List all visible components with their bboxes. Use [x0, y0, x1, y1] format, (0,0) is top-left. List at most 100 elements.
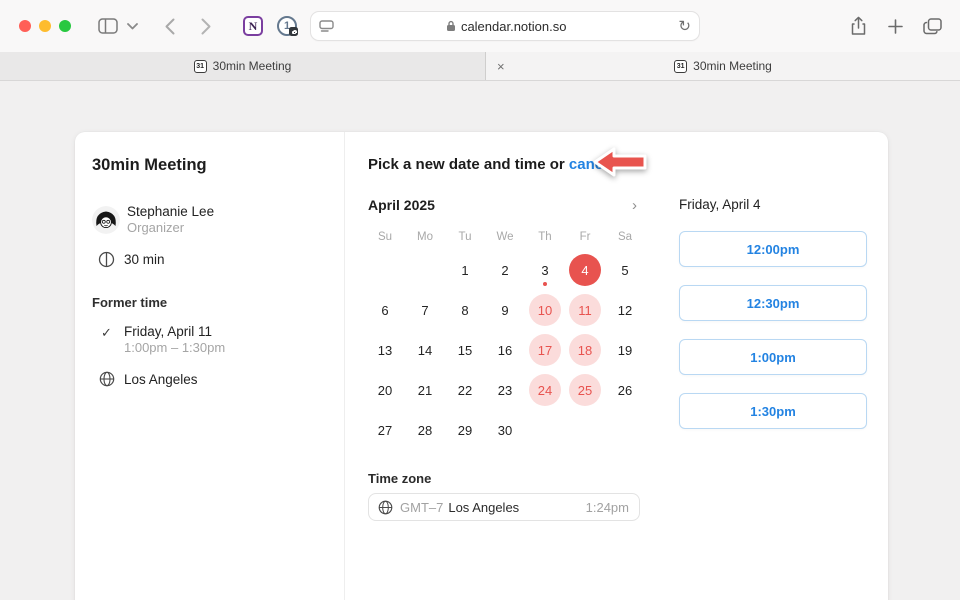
- day-number: 21: [409, 374, 441, 406]
- weekday-label: Th: [525, 226, 565, 248]
- tab-label: 30min Meeting: [693, 59, 772, 73]
- forward-button[interactable]: [194, 0, 218, 52]
- tab-30min-meeting-2[interactable]: × 31 30min Meeting: [486, 52, 960, 80]
- weekday-label: We: [485, 226, 525, 248]
- address-url: calendar.notion.so: [461, 19, 567, 34]
- browser-toolbar: N 1 calendar.notion.so ↻: [0, 0, 960, 52]
- calendar-day-13: 13: [365, 330, 405, 370]
- day-number: 14: [409, 334, 441, 366]
- calendar-day-5: 5: [605, 250, 645, 290]
- day-number: 6: [369, 294, 401, 326]
- calendar-empty-cell: [405, 250, 445, 290]
- location-value: Los Angeles: [124, 372, 198, 387]
- duration-row: 30 min: [92, 251, 330, 268]
- onepassword-extension-button[interactable]: 1: [274, 0, 300, 52]
- event-summary-panel: 30min Meeting Stephanie Lee Organizer: [75, 132, 345, 600]
- refresh-icon[interactable]: ↻: [678, 17, 691, 35]
- former-time-heading: Former time: [92, 295, 330, 310]
- calendar-day-10[interactable]: 10: [525, 290, 565, 330]
- tab-30min-meeting-1[interactable]: 31 30min Meeting: [0, 52, 486, 80]
- new-tab-button[interactable]: [882, 0, 908, 52]
- check-icon: ✓: [92, 323, 121, 341]
- day-number: 7: [409, 294, 441, 326]
- day-number: 9: [489, 294, 521, 326]
- day-number: 4: [569, 254, 601, 286]
- day-number: 19: [609, 334, 641, 366]
- day-number: 1: [449, 254, 481, 286]
- sidebar-toggle-button[interactable]: [95, 0, 121, 52]
- onepassword-extension-icon: 1: [277, 16, 297, 36]
- timezone-city: Los Angeles: [448, 500, 519, 515]
- page-background: 30min Meeting Stephanie Lee Organizer: [0, 81, 960, 599]
- day-number: 12: [609, 294, 641, 326]
- calendar-day-2: 2: [485, 250, 525, 290]
- calendar-favicon-icon: 31: [674, 60, 687, 73]
- calendar-day-23: 23: [485, 370, 525, 410]
- close-window-button[interactable]: [19, 20, 31, 32]
- day-number: 10: [529, 294, 561, 326]
- day-number: 3: [529, 254, 561, 286]
- timezone-section: Time zone GMT–7 Los Angeles 1:24pm: [368, 471, 640, 521]
- pick-header-text: Pick a new date and time or: [368, 156, 565, 173]
- tab-overview-button[interactable]: [918, 0, 946, 52]
- timeslot-button-12:00pm[interactable]: 12:00pm: [679, 231, 867, 267]
- calendar-day-28: 28: [405, 410, 445, 450]
- former-time-range: 1:00pm – 1:30pm: [124, 340, 225, 356]
- day-number: 5: [609, 254, 641, 286]
- weekday-label: Mo: [405, 226, 445, 248]
- month-label: April 2025: [368, 197, 435, 213]
- calendar-day-16: 16: [485, 330, 525, 370]
- day-number: 13: [369, 334, 401, 366]
- address-bar[interactable]: calendar.notion.so ↻: [310, 11, 700, 41]
- day-number: 16: [489, 334, 521, 366]
- calendar-day-14: 14: [405, 330, 445, 370]
- day-number: 30: [489, 414, 521, 446]
- day-number: 23: [489, 374, 521, 406]
- calendar-day-21: 21: [405, 370, 445, 410]
- timeslot-button-1:30pm[interactable]: 1:30pm: [679, 393, 867, 429]
- safari-window: N 1 calendar.notion.so ↻: [0, 0, 960, 600]
- calendar-day-18[interactable]: 18: [565, 330, 605, 370]
- weekday-label: Tu: [445, 226, 485, 248]
- timeslot-column: Friday, April 4 12:00pm12:30pm1:00pm1:30…: [679, 197, 867, 429]
- timezone-label: Time zone: [368, 471, 640, 487]
- traffic-lights: [19, 20, 71, 32]
- globe-icon: [99, 371, 115, 387]
- calendar-day-7: 7: [405, 290, 445, 330]
- month-header: April 2025 ›: [365, 193, 647, 217]
- calendar-day-24[interactable]: 24: [525, 370, 565, 410]
- timeslot-button-1:00pm[interactable]: 1:00pm: [679, 339, 867, 375]
- zoom-window-button[interactable]: [59, 20, 71, 32]
- day-number: 29: [449, 414, 481, 446]
- calendar-day-22: 22: [445, 370, 485, 410]
- calendar-favicon-icon: 31: [194, 60, 207, 73]
- day-number: 2: [489, 254, 521, 286]
- calendar-day-26: 26: [605, 370, 645, 410]
- calendar-day-17[interactable]: 17: [525, 330, 565, 370]
- timezone-selector[interactable]: GMT–7 Los Angeles 1:24pm: [368, 493, 640, 521]
- day-number: 11: [569, 294, 601, 326]
- weekday-label: Sa: [605, 226, 645, 248]
- lock-badge-icon: [289, 27, 298, 36]
- former-date: Friday, April 11: [124, 323, 225, 340]
- close-tab-icon[interactable]: ×: [493, 52, 509, 80]
- share-button[interactable]: [845, 0, 871, 52]
- organizer-role: Organizer: [127, 220, 214, 236]
- day-number: 26: [609, 374, 641, 406]
- calendar-day-6: 6: [365, 290, 405, 330]
- calendar-day-4[interactable]: 4: [565, 250, 605, 290]
- timeslot-button-12:30pm[interactable]: 12:30pm: [679, 285, 867, 321]
- day-number: 25: [569, 374, 601, 406]
- page-settings-icon[interactable]: [319, 20, 334, 33]
- back-icon: [165, 18, 175, 35]
- calendar-day-25[interactable]: 25: [565, 370, 605, 410]
- notion-extension-button[interactable]: N: [241, 0, 265, 52]
- day-number: 18: [569, 334, 601, 366]
- tab-group-dropdown-button[interactable]: [123, 0, 141, 52]
- former-time-row: ✓ Friday, April 11 1:00pm – 1:30pm: [92, 323, 330, 356]
- duration-icon: [98, 251, 115, 268]
- calendar-day-11[interactable]: 11: [565, 290, 605, 330]
- next-month-icon[interactable]: ›: [632, 198, 637, 213]
- minimize-window-button[interactable]: [39, 20, 51, 32]
- back-button[interactable]: [158, 0, 182, 52]
